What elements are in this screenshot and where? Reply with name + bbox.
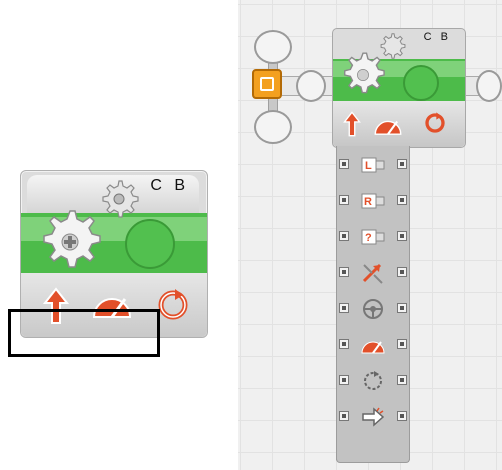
input-plug[interactable] bbox=[339, 339, 349, 349]
input-plug[interactable] bbox=[339, 375, 349, 385]
output-plug[interactable] bbox=[397, 303, 407, 313]
beam-ring-left bbox=[296, 70, 326, 102]
next-action-icon bbox=[359, 404, 387, 430]
input-plug[interactable] bbox=[339, 195, 349, 205]
input-plug[interactable] bbox=[339, 267, 349, 277]
svg-text:R: R bbox=[364, 196, 372, 208]
hub-row-direction[interactable] bbox=[337, 256, 409, 290]
hub-row-right-motor[interactable]: R bbox=[337, 184, 409, 218]
output-plug[interactable] bbox=[397, 231, 407, 241]
power-gauge-icon[interactable] bbox=[373, 113, 403, 137]
sequence-beam-plug[interactable] bbox=[252, 69, 282, 99]
data-hub-foot bbox=[336, 452, 410, 463]
hub-row-duration[interactable] bbox=[337, 364, 409, 398]
motor-circle bbox=[403, 65, 439, 101]
highlight-box bbox=[8, 309, 160, 357]
direction-icon bbox=[359, 260, 387, 286]
hub-row-next-action[interactable] bbox=[337, 400, 409, 434]
power-icon bbox=[359, 332, 387, 358]
input-plug[interactable] bbox=[339, 303, 349, 313]
duration-rotation-icon[interactable] bbox=[423, 111, 447, 135]
input-plug[interactable] bbox=[339, 159, 349, 169]
input-plug[interactable] bbox=[339, 411, 349, 421]
left-motor-icon: L bbox=[359, 152, 387, 178]
ports-label: C B bbox=[423, 31, 451, 43]
hub-row-other-motor[interactable]: ? bbox=[337, 220, 409, 254]
duration-rotation-icon[interactable] bbox=[155, 287, 191, 323]
right-motor-icon: R bbox=[359, 188, 387, 214]
hub-row-power[interactable] bbox=[337, 328, 409, 362]
beam-ring-right bbox=[476, 70, 502, 102]
hub-row-steering[interactable] bbox=[337, 292, 409, 326]
svg-text:L: L bbox=[365, 160, 372, 172]
top-connector-ring[interactable] bbox=[254, 30, 292, 64]
output-plug[interactable] bbox=[397, 375, 407, 385]
ports-label: C B bbox=[150, 177, 189, 194]
small-gear-icon bbox=[102, 180, 139, 218]
svg-text:?: ? bbox=[365, 232, 372, 244]
motor-block-small[interactable]: C B bbox=[332, 28, 466, 148]
direction-arrow-icon[interactable] bbox=[343, 111, 361, 137]
output-plug[interactable] bbox=[397, 159, 407, 169]
hub-row-left-motor[interactable]: L bbox=[337, 148, 409, 182]
output-plug[interactable] bbox=[397, 267, 407, 277]
duration-icon bbox=[359, 368, 387, 394]
output-plug[interactable] bbox=[397, 411, 407, 421]
input-plug[interactable] bbox=[339, 231, 349, 241]
bottom-connector-ring[interactable] bbox=[254, 110, 292, 144]
output-plug[interactable] bbox=[397, 195, 407, 205]
large-gear-icon bbox=[43, 210, 101, 268]
output-plug[interactable] bbox=[397, 339, 407, 349]
motor-circle bbox=[125, 219, 175, 269]
steering-icon bbox=[359, 296, 387, 322]
other-motor-icon: ? bbox=[359, 224, 387, 250]
small-gear-icon bbox=[380, 33, 406, 59]
data-hub[interactable]: L R ? bbox=[336, 146, 410, 460]
